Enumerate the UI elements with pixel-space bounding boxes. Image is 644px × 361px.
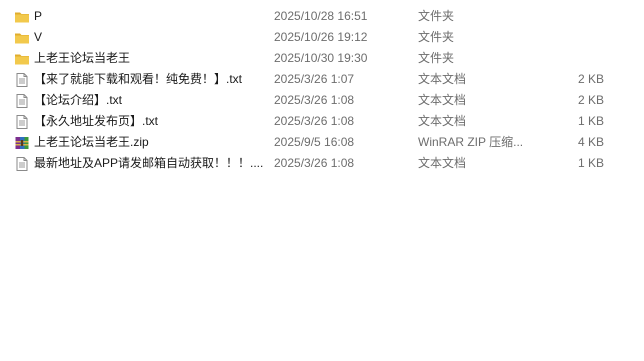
file-row[interactable]: 上老王论坛当老王.zip 2025/9/5 16:08 WinRAR ZIP 压… — [0, 132, 644, 153]
file-type: 文本文档 — [418, 114, 467, 128]
file-date-modified: 2025/3/26 1:08 — [274, 114, 355, 128]
folder-icon — [14, 51, 30, 67]
file-size: 2 KB — [577, 93, 604, 107]
file-name: 【永久地址发布页】.txt — [34, 114, 159, 128]
text-file-icon — [14, 156, 30, 172]
file-size: 2 KB — [577, 72, 604, 86]
file-date-modified: 2025/9/5 16:08 — [274, 135, 355, 149]
file-name: 上老王论坛当老王.zip — [34, 135, 149, 149]
file-type: WinRAR ZIP 压缩... — [418, 135, 524, 149]
text-file-icon — [14, 93, 30, 109]
file-type: 文本文档 — [418, 93, 467, 107]
text-file-icon — [14, 114, 30, 130]
file-row[interactable]: V 2025/10/26 19:12 文件夹 — [0, 27, 644, 48]
file-size: 1 KB — [577, 114, 604, 128]
file-date-modified: 2025/3/26 1:07 — [274, 72, 355, 86]
file-date-modified: 2025/10/26 19:12 — [274, 30, 368, 44]
file-row[interactable]: 【论坛介绍】.txt 2025/3/26 1:08 文本文档 2 KB — [0, 90, 644, 111]
file-date-modified: 2025/10/28 16:51 — [274, 9, 368, 23]
file-row[interactable]: 上老王论坛当老王 2025/10/30 19:30 文件夹 — [0, 48, 644, 69]
file-row[interactable]: 最新地址及APP请发邮箱自动获取！！！.... 2025/3/26 1:08 文… — [0, 153, 644, 174]
file-size: 1 KB — [577, 156, 604, 170]
folder-icon — [14, 9, 30, 25]
file-type: 文件夹 — [418, 51, 455, 65]
file-type: 文本文档 — [418, 156, 467, 170]
file-date-modified: 2025/3/26 1:08 — [274, 156, 355, 170]
file-date-modified: 2025/10/30 19:30 — [274, 51, 368, 65]
file-type: 文件夹 — [418, 30, 455, 44]
file-list: P 2025/10/28 16:51 文件夹 V 2025/10/26 19:1… — [0, 6, 644, 174]
text-file-icon — [14, 72, 30, 88]
file-name: 最新地址及APP请发邮箱自动获取！！！.... — [34, 156, 264, 170]
file-name: 上老王论坛当老王 — [34, 51, 131, 65]
file-name: 【来了就能下载和观看！纯免费！】.txt — [34, 72, 243, 86]
file-row[interactable]: 【永久地址发布页】.txt 2025/3/26 1:08 文本文档 1 KB — [0, 111, 644, 132]
file-row[interactable]: P 2025/10/28 16:51 文件夹 — [0, 6, 644, 27]
file-name: P — [34, 9, 43, 23]
winrar-zip-icon — [14, 135, 30, 151]
file-size: 4 KB — [577, 135, 604, 149]
file-type: 文本文档 — [418, 72, 467, 86]
file-type: 文件夹 — [418, 9, 455, 23]
file-row[interactable]: 【来了就能下载和观看！纯免费！】.txt 2025/3/26 1:07 文本文档… — [0, 69, 644, 90]
file-date-modified: 2025/3/26 1:08 — [274, 93, 355, 107]
file-name: V — [34, 30, 43, 44]
file-name: 【论坛介绍】.txt — [34, 93, 123, 107]
folder-icon — [14, 30, 30, 46]
